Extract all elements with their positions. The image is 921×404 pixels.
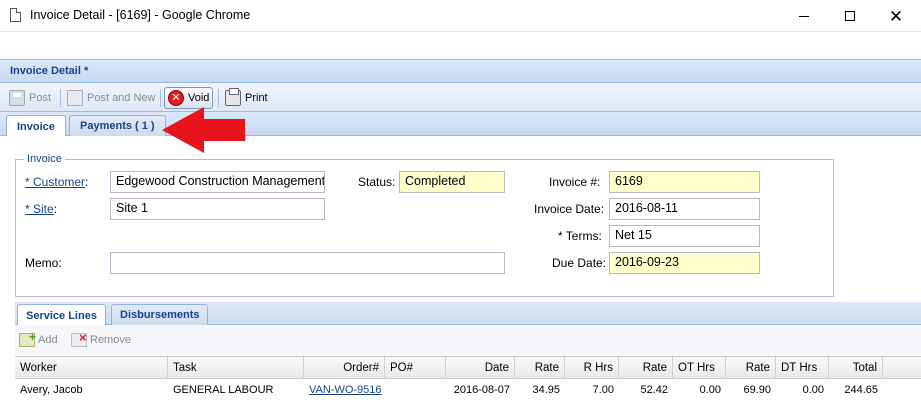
site-link-text: Site xyxy=(33,202,54,216)
customer-link-text: Customer xyxy=(33,175,86,189)
customer-field[interactable]: Edgewood Construction Management xyxy=(110,171,325,193)
maximize-button[interactable] xyxy=(827,0,873,32)
cell-ot-hrs: 0.00 xyxy=(699,384,721,396)
add-button[interactable]: Add xyxy=(19,330,58,347)
column-header-ot-rate[interactable]: Rate xyxy=(619,357,673,379)
annotation-arrow-icon xyxy=(162,107,245,153)
due-date-label: Due Date: xyxy=(552,256,607,270)
site-link[interactable]: * Site xyxy=(25,202,54,216)
post-and-new-button[interactable]: Post and New xyxy=(64,87,158,109)
remove-button[interactable]: Remove xyxy=(71,330,131,347)
tab-disbursements[interactable]: Disbursements xyxy=(111,304,209,325)
browser-content-top xyxy=(0,32,921,59)
panel-title: Invoice Detail * xyxy=(10,65,89,77)
status-field: Completed xyxy=(399,171,505,193)
site-label: * Site: xyxy=(25,202,58,216)
column-header-worker[interactable]: Worker xyxy=(15,357,168,379)
terms-label: * Terms: xyxy=(558,229,602,243)
column-header-date[interactable]: Date xyxy=(446,357,515,379)
column-header-ot-hrs[interactable]: OT Hrs xyxy=(673,357,726,379)
post-and-new-label: Post and New xyxy=(87,92,156,104)
print-label: Print xyxy=(245,92,268,104)
page-icon xyxy=(10,8,21,22)
cell-worker: Avery, Jacob xyxy=(20,384,83,396)
save-icon xyxy=(9,90,25,106)
cell-total: 244.65 xyxy=(844,384,878,396)
cell-r-hrs: 7.00 xyxy=(592,384,614,396)
invoice-number-field: 6169 xyxy=(609,171,760,193)
cell-dt-hrs: 0.00 xyxy=(802,384,824,396)
service-lines-grid-header: Worker Task Order# PO# Date Rate R Hrs R… xyxy=(15,357,921,379)
tab-bar: Invoice Payments ( 1 ) xyxy=(0,112,921,137)
cell-po xyxy=(385,379,446,401)
invoice-legend: Invoice xyxy=(24,153,65,165)
remove-label: Remove xyxy=(90,334,131,346)
tab-payments[interactable]: Payments ( 1 ) xyxy=(69,115,166,136)
service-tab-bar: Service Lines Disbursements xyxy=(15,302,921,326)
cell-ot-rate: 52.42 xyxy=(640,384,668,396)
void-label: Void xyxy=(188,92,210,104)
site-field[interactable]: Site 1 xyxy=(110,198,325,220)
minimize-icon xyxy=(799,15,809,17)
column-header-rate[interactable]: Rate xyxy=(515,357,565,379)
customer-link[interactable]: * Customer xyxy=(25,175,85,189)
tab-invoice[interactable]: Invoice xyxy=(6,115,66,137)
cell-rate: 34.95 xyxy=(532,384,560,396)
cell-date: 2016-08-07 xyxy=(453,384,510,396)
column-header-total[interactable]: Total xyxy=(829,357,883,379)
window-title: Invoice Detail - [6169] - Google Chrome xyxy=(30,8,251,22)
invoice-number-label: Invoice #: xyxy=(549,175,601,189)
void-icon: ✕ xyxy=(168,90,184,106)
close-button[interactable]: ✕ xyxy=(873,0,919,32)
column-header-task[interactable]: Task xyxy=(168,357,304,379)
toolbar-separator xyxy=(60,89,61,107)
order-link[interactable]: VAN-WO-9516 xyxy=(309,384,382,396)
invoice-date-field[interactable]: 2016-08-11 xyxy=(609,198,760,220)
post-button[interactable]: Post xyxy=(6,87,54,109)
column-header-po[interactable]: PO# xyxy=(385,357,446,379)
memo-field[interactable] xyxy=(110,252,505,274)
service-lines-toolbar: Add Remove xyxy=(15,325,921,357)
minimize-button[interactable] xyxy=(781,0,827,32)
close-icon: ✕ xyxy=(888,6,904,26)
printer-icon xyxy=(225,88,241,106)
due-date-field: 2016-09-23 xyxy=(609,252,760,274)
column-header-dt-hrs[interactable]: DT Hrs xyxy=(776,357,829,379)
cell-dt-rate: 69.90 xyxy=(743,384,771,396)
column-header-dt-rate[interactable]: Rate xyxy=(726,357,776,379)
toolbar: Post Post and New ✕ Void Print xyxy=(0,83,921,112)
invoice-date-label: Invoice Date: xyxy=(534,202,605,216)
status-label: Status: xyxy=(358,175,396,189)
add-label: Add xyxy=(38,334,58,346)
column-header-r-hrs[interactable]: R Hrs xyxy=(565,357,619,379)
terms-field[interactable]: Net 15 xyxy=(609,225,760,247)
column-header-order[interactable]: Order# xyxy=(304,357,385,379)
document-icon xyxy=(67,90,83,106)
tab-service-lines[interactable]: Service Lines xyxy=(17,304,106,326)
table-row[interactable]: Avery, Jacob GENERAL LABOUR VAN-WO-9516 … xyxy=(15,379,921,401)
maximize-icon xyxy=(845,11,855,21)
window-titlebar: Invoice Detail - [6169] - Google Chrome … xyxy=(0,0,921,32)
post-label: Post xyxy=(29,92,52,104)
customer-label: * Customer: xyxy=(25,175,89,189)
cell-order: VAN-WO-9516 xyxy=(304,379,385,401)
memo-label: Memo: xyxy=(25,256,62,270)
panel-header: Invoice Detail * xyxy=(0,59,921,83)
add-row-icon xyxy=(19,330,36,347)
remove-row-icon xyxy=(71,330,87,347)
cell-task: GENERAL LABOUR xyxy=(173,384,274,396)
